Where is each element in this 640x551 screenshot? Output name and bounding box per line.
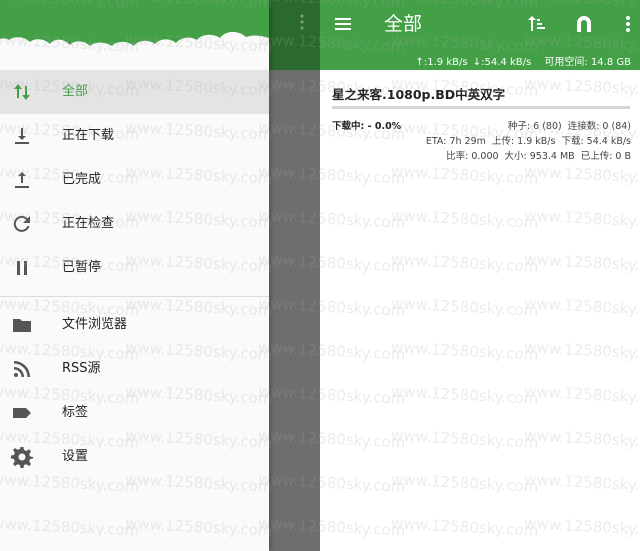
- peers-row: 种子: 6 (80) 连接数: 0 (84): [508, 118, 631, 132]
- nav-label-completed: 已完成: [62, 172, 102, 187]
- torrent-item[interactable]: 星之来客.1080p.BD中英双字 下载中: - 0.0% 种子: 6 (80)…: [320, 76, 640, 166]
- folder-icon: [10, 313, 34, 337]
- speed-status: ↑:1.9 kB/s ↓:54.4 kB/s 可用空间: 14.8 GB: [414, 53, 631, 68]
- cloud-banner-icon: [0, 0, 269, 70]
- app-screen: 全部 正在下载 已完成 正在检查 已暂停 文件浏览器 RSS源 标签 设置 全部…: [0, 0, 640, 551]
- torrent-name: 星之来客.1080p.BD中英双字: [332, 87, 506, 102]
- drawer-scrim[interactable]: [269, 0, 320, 551]
- sort-arrows-icon: [10, 80, 34, 104]
- nav-label-rss: RSS源: [62, 361, 101, 376]
- torrent-progress-bar: [332, 106, 630, 109]
- nav-label-tags: 标签: [62, 405, 89, 420]
- page-title: 全部: [384, 13, 423, 35]
- size-row: 比率: 0.000 大小: 953.4 MB 已上传: 0 B: [446, 148, 631, 162]
- nav-label-all: 全部: [62, 84, 89, 99]
- uploaded: 已上传: 0 B: [580, 151, 631, 162]
- nav-item-tags[interactable]: 标签: [0, 391, 269, 435]
- app-bar: 全部 ↑:1.9 kB/s ↓:54.4 kB/s 可用空间: 14.8 GB: [320, 0, 640, 70]
- nav-item-all[interactable]: 全部: [0, 70, 269, 114]
- nav-item-rss[interactable]: RSS源: [0, 347, 269, 391]
- free-space: 可用空间: 14.8 GB: [544, 57, 631, 68]
- download-speed: ↓:54.4 kB/s: [472, 57, 532, 68]
- gear-icon: [10, 445, 34, 469]
- pause-icon: [10, 256, 34, 280]
- magnet-icon[interactable]: [572, 12, 596, 36]
- size: 大小: 953.4 MB: [504, 151, 575, 162]
- speed-row: ETA: 7h 29m 上传: 1.9 kB/s 下载: 54.4 kB/s: [426, 133, 631, 147]
- menu-icon[interactable]: [331, 12, 355, 36]
- nav-item-checking[interactable]: 正在检查: [0, 202, 269, 246]
- ratio: 比率: 0.000: [446, 151, 499, 162]
- nav-item-file-browser[interactable]: 文件浏览器: [0, 303, 269, 347]
- torrent-state: 下载中: - 0.0%: [332, 121, 402, 132]
- label-icon: [10, 401, 34, 425]
- connections-count: 连接数: 0 (84): [567, 121, 631, 132]
- upload-icon: [10, 168, 34, 192]
- seeds-count: 种子: 6 (80): [507, 121, 562, 132]
- refresh-icon: [10, 212, 34, 236]
- eta: ETA: 7h 29m: [425, 136, 486, 147]
- nav-label-checking: 正在检查: [62, 216, 115, 231]
- drawer-header-cloud: [0, 0, 269, 70]
- nav-label-paused: 已暂停: [62, 260, 102, 275]
- download-icon: [10, 124, 34, 148]
- rss-icon: [10, 357, 34, 381]
- torrent-upload: 上传: 1.9 kB/s: [491, 136, 556, 147]
- navigation-drawer: 全部 正在下载 已完成 正在检查 已暂停 文件浏览器 RSS源 标签 设置: [0, 0, 269, 551]
- nav-item-downloading[interactable]: 正在下载: [0, 114, 269, 158]
- main-content: 全部 ↑:1.9 kB/s ↓:54.4 kB/s 可用空间: 14.8 GB …: [320, 0, 640, 551]
- upload-speed: ↑:1.9 kB/s: [415, 57, 468, 68]
- sort-icon[interactable]: [525, 12, 549, 36]
- nav-label-settings: 设置: [62, 449, 89, 464]
- drawer-divider: [0, 296, 269, 297]
- drawer-menu: 全部 正在下载 已完成 正在检查 已暂停 文件浏览器 RSS源 标签 设置: [0, 70, 269, 479]
- more-vert-icon: [290, 10, 314, 34]
- more-vert-icon[interactable]: [616, 12, 640, 36]
- torrent-download: 下载: 54.4 kB/s: [561, 136, 631, 147]
- nav-item-completed[interactable]: 已完成: [0, 158, 269, 202]
- nav-item-settings[interactable]: 设置: [0, 435, 269, 479]
- nav-label-file-browser: 文件浏览器: [62, 317, 128, 332]
- nav-label-downloading: 正在下载: [62, 128, 115, 143]
- nav-item-paused[interactable]: 已暂停: [0, 246, 269, 290]
